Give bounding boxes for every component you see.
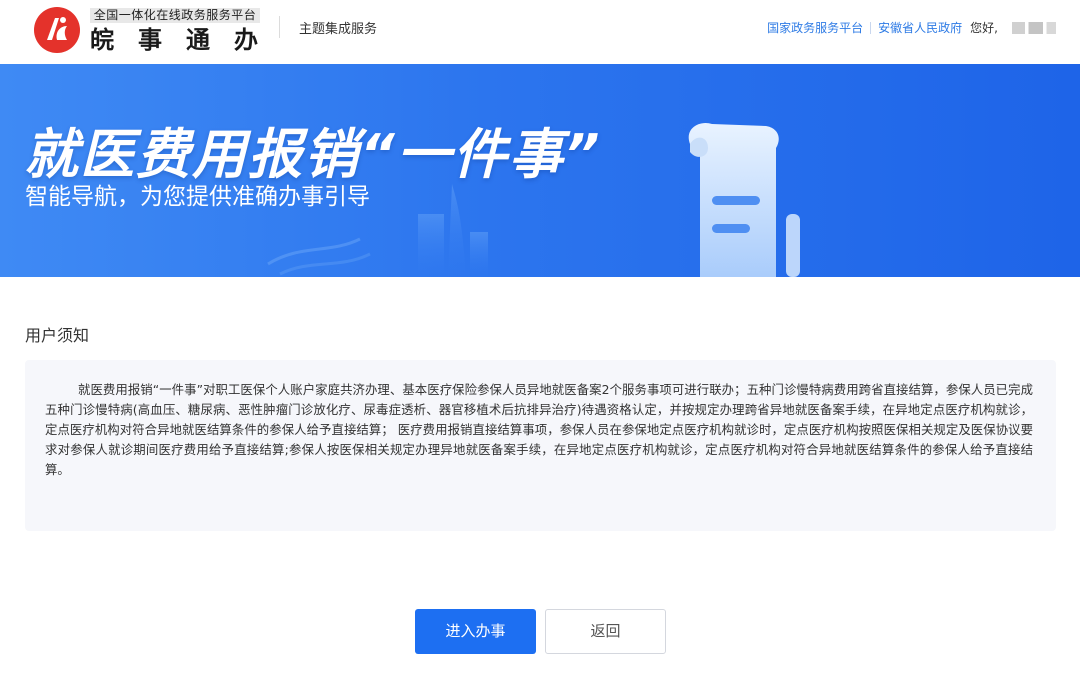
platform-tag: 全国一体化在线政务服务平台 — [90, 8, 260, 23]
anhui-logo-icon[interactable] — [33, 6, 81, 54]
header-divider — [279, 16, 280, 38]
link-separator — [870, 21, 872, 34]
notice-panel: 就医费用报销“一件事”对职工医保个人账户家庭共济办理、基本医疗保险参保人员异地就… — [25, 360, 1056, 531]
top-header: 全国一体化在线政务服务平台 皖事通办 主题集成服务 国家政务服务平台 安徽省人民… — [0, 0, 1080, 64]
link-anhui-government[interactable]: 安徽省人民政府 — [878, 19, 962, 36]
header-links: 国家政务服务平台 安徽省人民政府 您好, — [767, 19, 1056, 36]
hero-banner: 就医费用报销“一件事” 智能导航，为您提供准确办事引导 — [0, 64, 1080, 277]
user-greeting: 您好, — [970, 21, 998, 35]
enter-service-button[interactable]: 进入办事 — [415, 609, 536, 654]
notice-heading: 用户须知 — [25, 326, 90, 345]
back-button[interactable]: 返回 — [545, 609, 666, 654]
user-name-masked[interactable] — [1012, 21, 1056, 34]
service-title: 主题集成服务 — [299, 22, 378, 37]
brand-name: 皖事通办 — [90, 25, 282, 54]
link-national-platform[interactable]: 国家政务服务平台 — [767, 19, 863, 36]
banner-subtitle: 智能导航，为您提供准确办事引导 — [25, 184, 370, 210]
notice-body: 就医费用报销“一件事”对职工医保个人账户家庭共济办理、基本医疗保险参保人员异地就… — [45, 382, 1033, 477]
